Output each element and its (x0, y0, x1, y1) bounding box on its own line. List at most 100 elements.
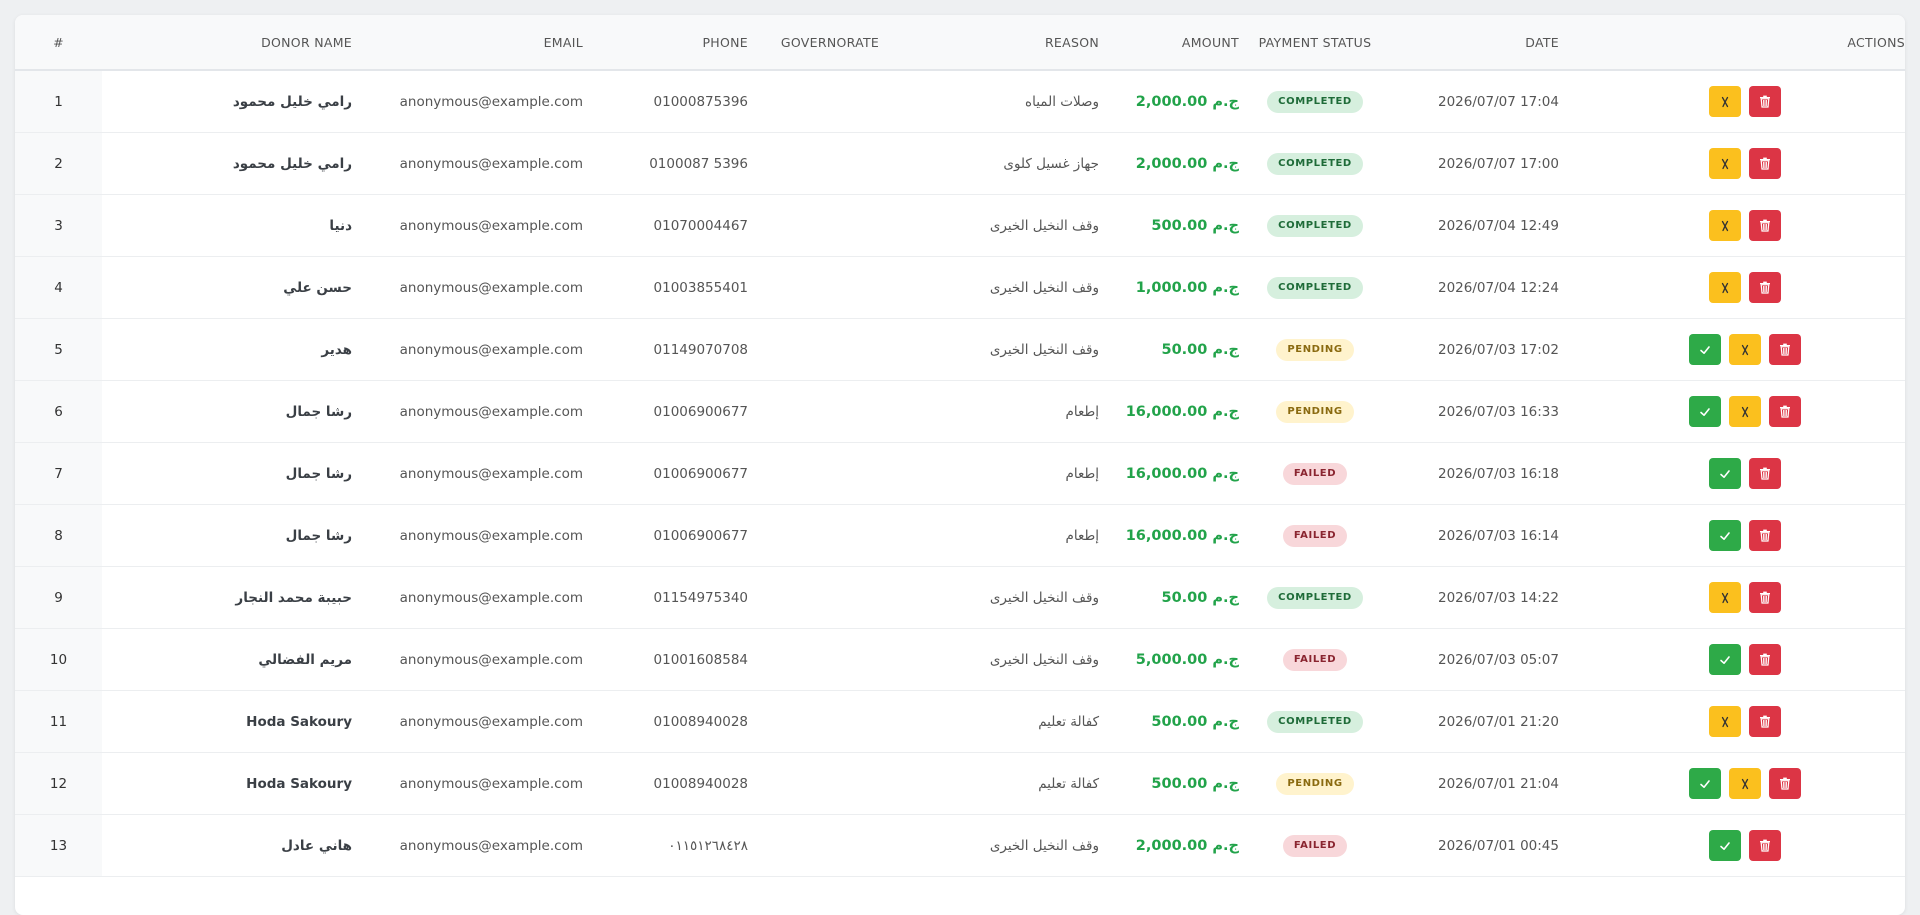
header-date[interactable]: DATE (1391, 15, 1559, 70)
payment-status-cell: PENDING (1239, 319, 1391, 381)
payment-status-cell: FAILED (1239, 443, 1391, 505)
donation-reason: جهاز غسيل كلوى (912, 133, 1099, 195)
donor-email: anonymous@example.com (352, 443, 583, 505)
approve-button[interactable] (1689, 768, 1721, 799)
delete-button[interactable] (1749, 644, 1781, 675)
trash-icon (1759, 839, 1771, 852)
donation-amount: ج.م 50.00 (1099, 567, 1239, 629)
delete-button[interactable] (1749, 520, 1781, 551)
header-payment-status[interactable]: PAYMENT STATUS (1239, 15, 1391, 70)
delete-button[interactable] (1769, 396, 1801, 427)
donation-amount: ج.م 16,000.00 (1099, 505, 1239, 567)
reject-button[interactable] (1709, 148, 1741, 179)
delete-button[interactable] (1769, 334, 1801, 365)
donor-email: anonymous@example.com (352, 381, 583, 443)
header-reason[interactable]: REASON (912, 15, 1099, 70)
donor-phone: 01006900677 (583, 443, 748, 505)
delete-button[interactable] (1749, 210, 1781, 241)
status-badge: COMPLETED (1267, 711, 1363, 733)
header-donor-name[interactable]: DONOR NAME (102, 15, 352, 70)
delete-button[interactable] (1749, 86, 1781, 117)
delete-button[interactable] (1749, 272, 1781, 303)
row-actions (1559, 148, 1905, 179)
delete-button[interactable] (1749, 582, 1781, 613)
reject-button[interactable] (1729, 768, 1761, 799)
approve-button[interactable] (1709, 520, 1741, 551)
table-row: 10مريم الفضاليanonymous@example.com01001… (15, 629, 1905, 691)
payment-status-cell: FAILED (1239, 629, 1391, 691)
table-row: 8رشا جمالanonymous@example.com0100690067… (15, 505, 1905, 567)
approve-button[interactable] (1689, 396, 1721, 427)
x-icon (1719, 591, 1731, 605)
trash-icon (1759, 95, 1771, 108)
reject-button[interactable] (1729, 396, 1761, 427)
table-row: 6رشا جمالanonymous@example.com0100690067… (15, 381, 1905, 443)
donor-phone: 01000875396 (583, 70, 748, 133)
header-email[interactable]: EMAIL (352, 15, 583, 70)
row-actions (1559, 644, 1905, 675)
header-phone[interactable]: PHONE (583, 15, 748, 70)
donor-name: رشا جمال (102, 443, 352, 505)
donor-name: حسن علي (102, 257, 352, 319)
approve-button[interactable] (1709, 830, 1741, 861)
donation-date: 2026/07/07 17:04 (1391, 70, 1559, 133)
donation-amount: ج.م 16,000.00 (1099, 381, 1239, 443)
row-actions (1559, 520, 1905, 551)
actions-cell (1559, 505, 1905, 567)
status-badge: FAILED (1283, 463, 1347, 485)
table-row: 2رامي خليل محمودanonymous@example.com010… (15, 133, 1905, 195)
donation-date: 2026/07/07 17:00 (1391, 133, 1559, 195)
table-row: 13هاني عادلanonymous@example.com٠١١٥١٢٦٨… (15, 815, 1905, 877)
approve-button[interactable] (1689, 334, 1721, 365)
donation-date: 2026/07/04 12:49 (1391, 195, 1559, 257)
donor-email: anonymous@example.com (352, 70, 583, 133)
donation-amount: ج.م 500.00 (1099, 691, 1239, 753)
x-icon (1739, 777, 1751, 791)
trash-icon (1779, 405, 1791, 418)
reject-button[interactable] (1709, 86, 1741, 117)
reject-button[interactable] (1709, 210, 1741, 241)
donor-phone: 01006900677 (583, 505, 748, 567)
delete-button[interactable] (1769, 768, 1801, 799)
delete-button[interactable] (1749, 148, 1781, 179)
donation-reason: وقف النخيل الخيرى (912, 629, 1099, 691)
donor-phone: 01149070708 (583, 319, 748, 381)
header-governorate[interactable]: GOVERNORATE (748, 15, 912, 70)
actions-cell (1559, 753, 1905, 815)
delete-button[interactable] (1749, 458, 1781, 489)
donation-reason: وقف النخيل الخيرى (912, 815, 1099, 877)
status-badge: PENDING (1276, 773, 1353, 795)
trash-icon (1759, 281, 1771, 294)
payment-status-cell: COMPLETED (1239, 70, 1391, 133)
approve-button[interactable] (1709, 458, 1741, 489)
delete-button[interactable] (1749, 830, 1781, 861)
donation-reason: إطعام (912, 443, 1099, 505)
status-badge: FAILED (1283, 835, 1347, 857)
donation-amount: ج.م 5,000.00 (1099, 629, 1239, 691)
donor-email: anonymous@example.com (352, 195, 583, 257)
check-icon (1699, 344, 1711, 356)
donor-name: رامي خليل محمود (102, 133, 352, 195)
donor-email: anonymous@example.com (352, 505, 583, 567)
donor-phone: 01008940028 (583, 691, 748, 753)
header-amount[interactable]: AMOUNT (1099, 15, 1239, 70)
approve-button[interactable] (1709, 644, 1741, 675)
reject-button[interactable] (1729, 334, 1761, 365)
donor-governorate (748, 133, 912, 195)
reject-button[interactable] (1709, 272, 1741, 303)
header-index: # (15, 15, 102, 70)
reject-button[interactable] (1709, 706, 1741, 737)
donor-phone: 0100087 5396 (583, 133, 748, 195)
check-icon (1699, 778, 1711, 790)
donor-email: anonymous@example.com (352, 629, 583, 691)
reject-button[interactable] (1709, 582, 1741, 613)
check-icon (1719, 468, 1731, 480)
donation-date: 2026/07/01 21:04 (1391, 753, 1559, 815)
donor-governorate (748, 505, 912, 567)
row-index: 7 (15, 443, 102, 505)
delete-button[interactable] (1749, 706, 1781, 737)
donor-governorate (748, 257, 912, 319)
status-badge: COMPLETED (1267, 153, 1363, 175)
donor-phone: 01070004467 (583, 195, 748, 257)
table-row: 3دنياanonymous@example.com01070004467وقف… (15, 195, 1905, 257)
